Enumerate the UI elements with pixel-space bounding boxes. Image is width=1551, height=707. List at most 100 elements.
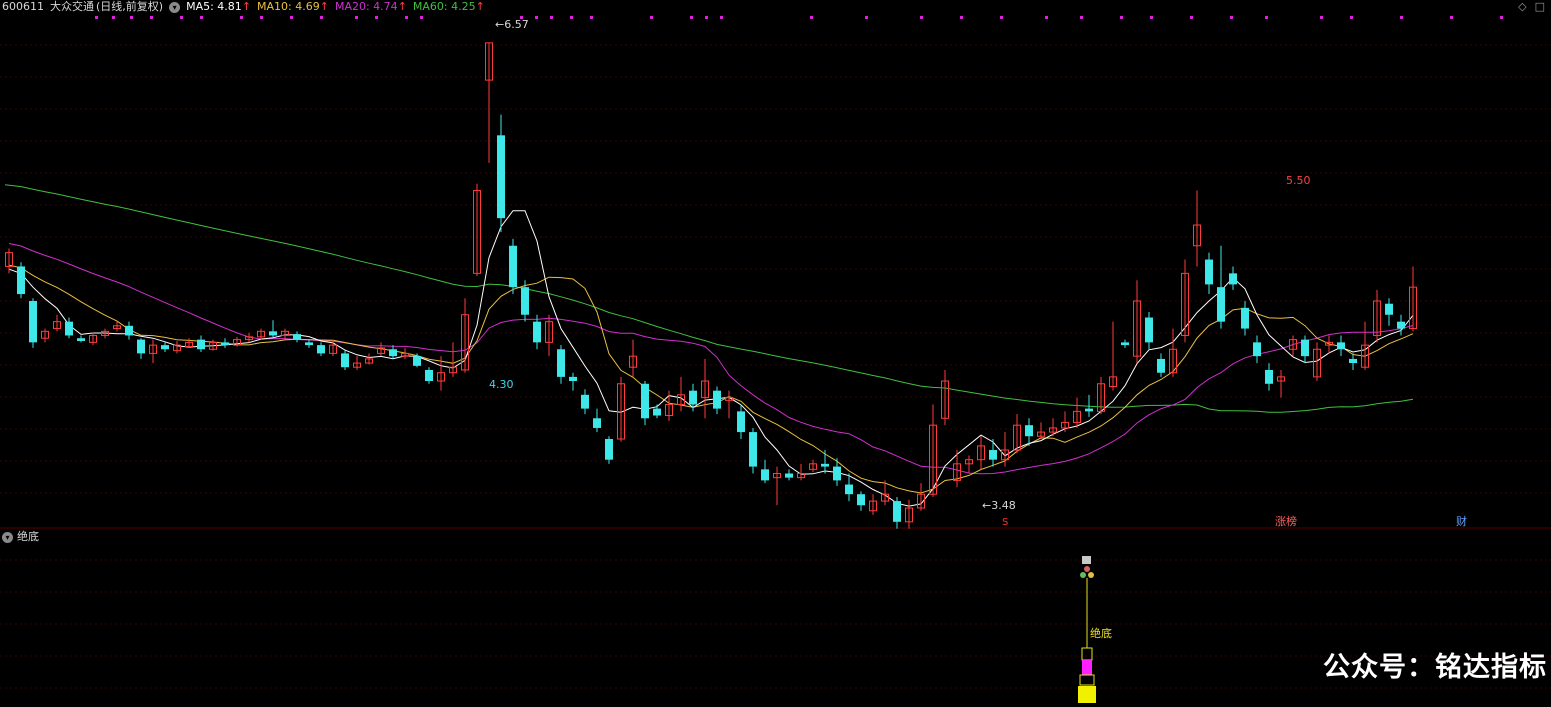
candle-body-down [305, 342, 313, 346]
top-dot-marker [320, 16, 323, 19]
top-dot-marker [355, 16, 358, 19]
top-dot-marker [112, 16, 115, 19]
top-dot-marker [810, 16, 813, 19]
top-dot-marker [1000, 16, 1003, 19]
candle-body-down [821, 463, 829, 467]
top-dot-marker [1265, 16, 1268, 19]
signal-dot-green [1080, 572, 1086, 578]
top-dot-marker [1500, 16, 1503, 19]
candle-body-down [857, 494, 865, 506]
low-price-label-2: ←3.48 [982, 499, 1016, 512]
candle-body-down [509, 245, 517, 288]
chart-mode: (日线,前复权) [96, 0, 164, 13]
candle-body-down [1205, 259, 1213, 285]
signal-top-box [1082, 556, 1091, 564]
top-dot-marker [865, 16, 868, 19]
candle-body-down [77, 338, 85, 341]
candle-body-down [1241, 307, 1249, 329]
candle-body-down [989, 450, 997, 460]
signal-box-yellow [1078, 686, 1096, 703]
collapse-icon[interactable]: ▾ [169, 1, 181, 13]
candle-body-down [197, 339, 205, 350]
diamond-icon[interactable]: ◇ [1518, 0, 1526, 13]
top-dot-marker [420, 16, 423, 19]
top-dot-marker [95, 16, 98, 19]
signal-box-outline-2 [1079, 674, 1095, 686]
top-dot-marker [570, 16, 573, 19]
candle-body-down [521, 287, 529, 315]
top-dot-marker [1120, 16, 1123, 19]
top-dot-marker [150, 16, 153, 19]
top-dot-marker [960, 16, 963, 19]
candle-body-down [1157, 358, 1165, 373]
ma5-line [8, 210, 1414, 507]
ma20-label: MA20: 4.74↑ [334, 0, 407, 13]
candle-body-down [413, 356, 421, 366]
signal-dot-yellow [1088, 572, 1094, 578]
top-dot-marker [200, 16, 203, 19]
mark-s-label: S [1002, 517, 1008, 528]
top-dot-marker [290, 16, 293, 19]
ma60-line [4, 184, 1414, 413]
candle-body-down [593, 418, 601, 428]
candle-body-down [1121, 342, 1129, 346]
square-icon[interactable]: □ [1535, 0, 1545, 13]
top-dot-marker [550, 16, 553, 19]
mark-zhangbang-label: 涨榜 [1275, 514, 1297, 528]
candle-body-down [1229, 273, 1237, 285]
top-dot-marker [1350, 16, 1353, 19]
ma10-line [8, 264, 1414, 494]
candle-body-down [713, 390, 721, 409]
top-dot-marker [1080, 16, 1083, 19]
signal-box-outline [1081, 647, 1093, 661]
peak-price-label: 5.50 [1286, 174, 1311, 187]
chart-canvas[interactable]: ←6.57 4.30 ←3.48 5.50 S 涨榜 财绝底 [0, 0, 1551, 703]
signal-label: 绝底 [1090, 626, 1112, 640]
sub-panel-title: 绝底 [17, 530, 39, 543]
ma10-label: MA10: 4.69↑ [257, 0, 329, 13]
candle-body-down [761, 469, 769, 481]
candle-body-down [65, 321, 73, 336]
candle-body-down [833, 466, 841, 481]
candle-body-down [497, 135, 505, 219]
top-dot-marker [590, 16, 593, 19]
top-dot-marker [705, 16, 708, 19]
candle-body-down [581, 394, 589, 409]
candle-body-down [1025, 425, 1033, 437]
candle-body-down [785, 473, 793, 478]
corner-controls: ◇ □ [1518, 0, 1545, 13]
ma5-label: MA5: 4.81↑ [186, 0, 252, 13]
top-dot-marker [535, 16, 538, 19]
top-dot-marker [130, 16, 133, 19]
top-dot-marker [720, 16, 723, 19]
candle-body-down [605, 438, 613, 460]
high-price-label: ←6.57 [495, 18, 529, 31]
mark-cai-label: 财 [1456, 514, 1467, 528]
candle-body-down [341, 353, 349, 368]
candle-body-down [293, 334, 301, 340]
candle-body-down [29, 300, 37, 343]
candle-body-down [689, 390, 697, 405]
candle-body-down [737, 411, 745, 433]
sub-panel-header: ▾ 绝底 [0, 530, 39, 544]
candle-body-down [221, 342, 229, 346]
top-dot-marker [1190, 16, 1193, 19]
candle-body-down [389, 349, 397, 357]
candle-body-down [1337, 342, 1345, 350]
candle-body-down [749, 432, 757, 467]
top-dot-marker [690, 16, 693, 19]
candle-body-down [641, 383, 649, 419]
candle-body-down [1145, 317, 1153, 343]
sub-collapse-icon[interactable]: ▾ [2, 531, 13, 543]
top-dot-marker [260, 16, 263, 19]
candle-body-down [125, 325, 133, 336]
watermark: 公众号：铭达指标 [1323, 652, 1547, 683]
top-dot-marker [405, 16, 408, 19]
candle-body-down [845, 484, 853, 495]
top-dot-marker [650, 16, 653, 19]
candle-body-down [269, 331, 277, 336]
candlestick-chart[interactable]: ←6.57 4.30 ←3.48 5.50 S 涨榜 财绝底 [0, 0, 1551, 703]
top-dot-marker [1150, 16, 1153, 19]
candle-body-down [161, 345, 169, 350]
top-dot-marker [240, 16, 243, 19]
